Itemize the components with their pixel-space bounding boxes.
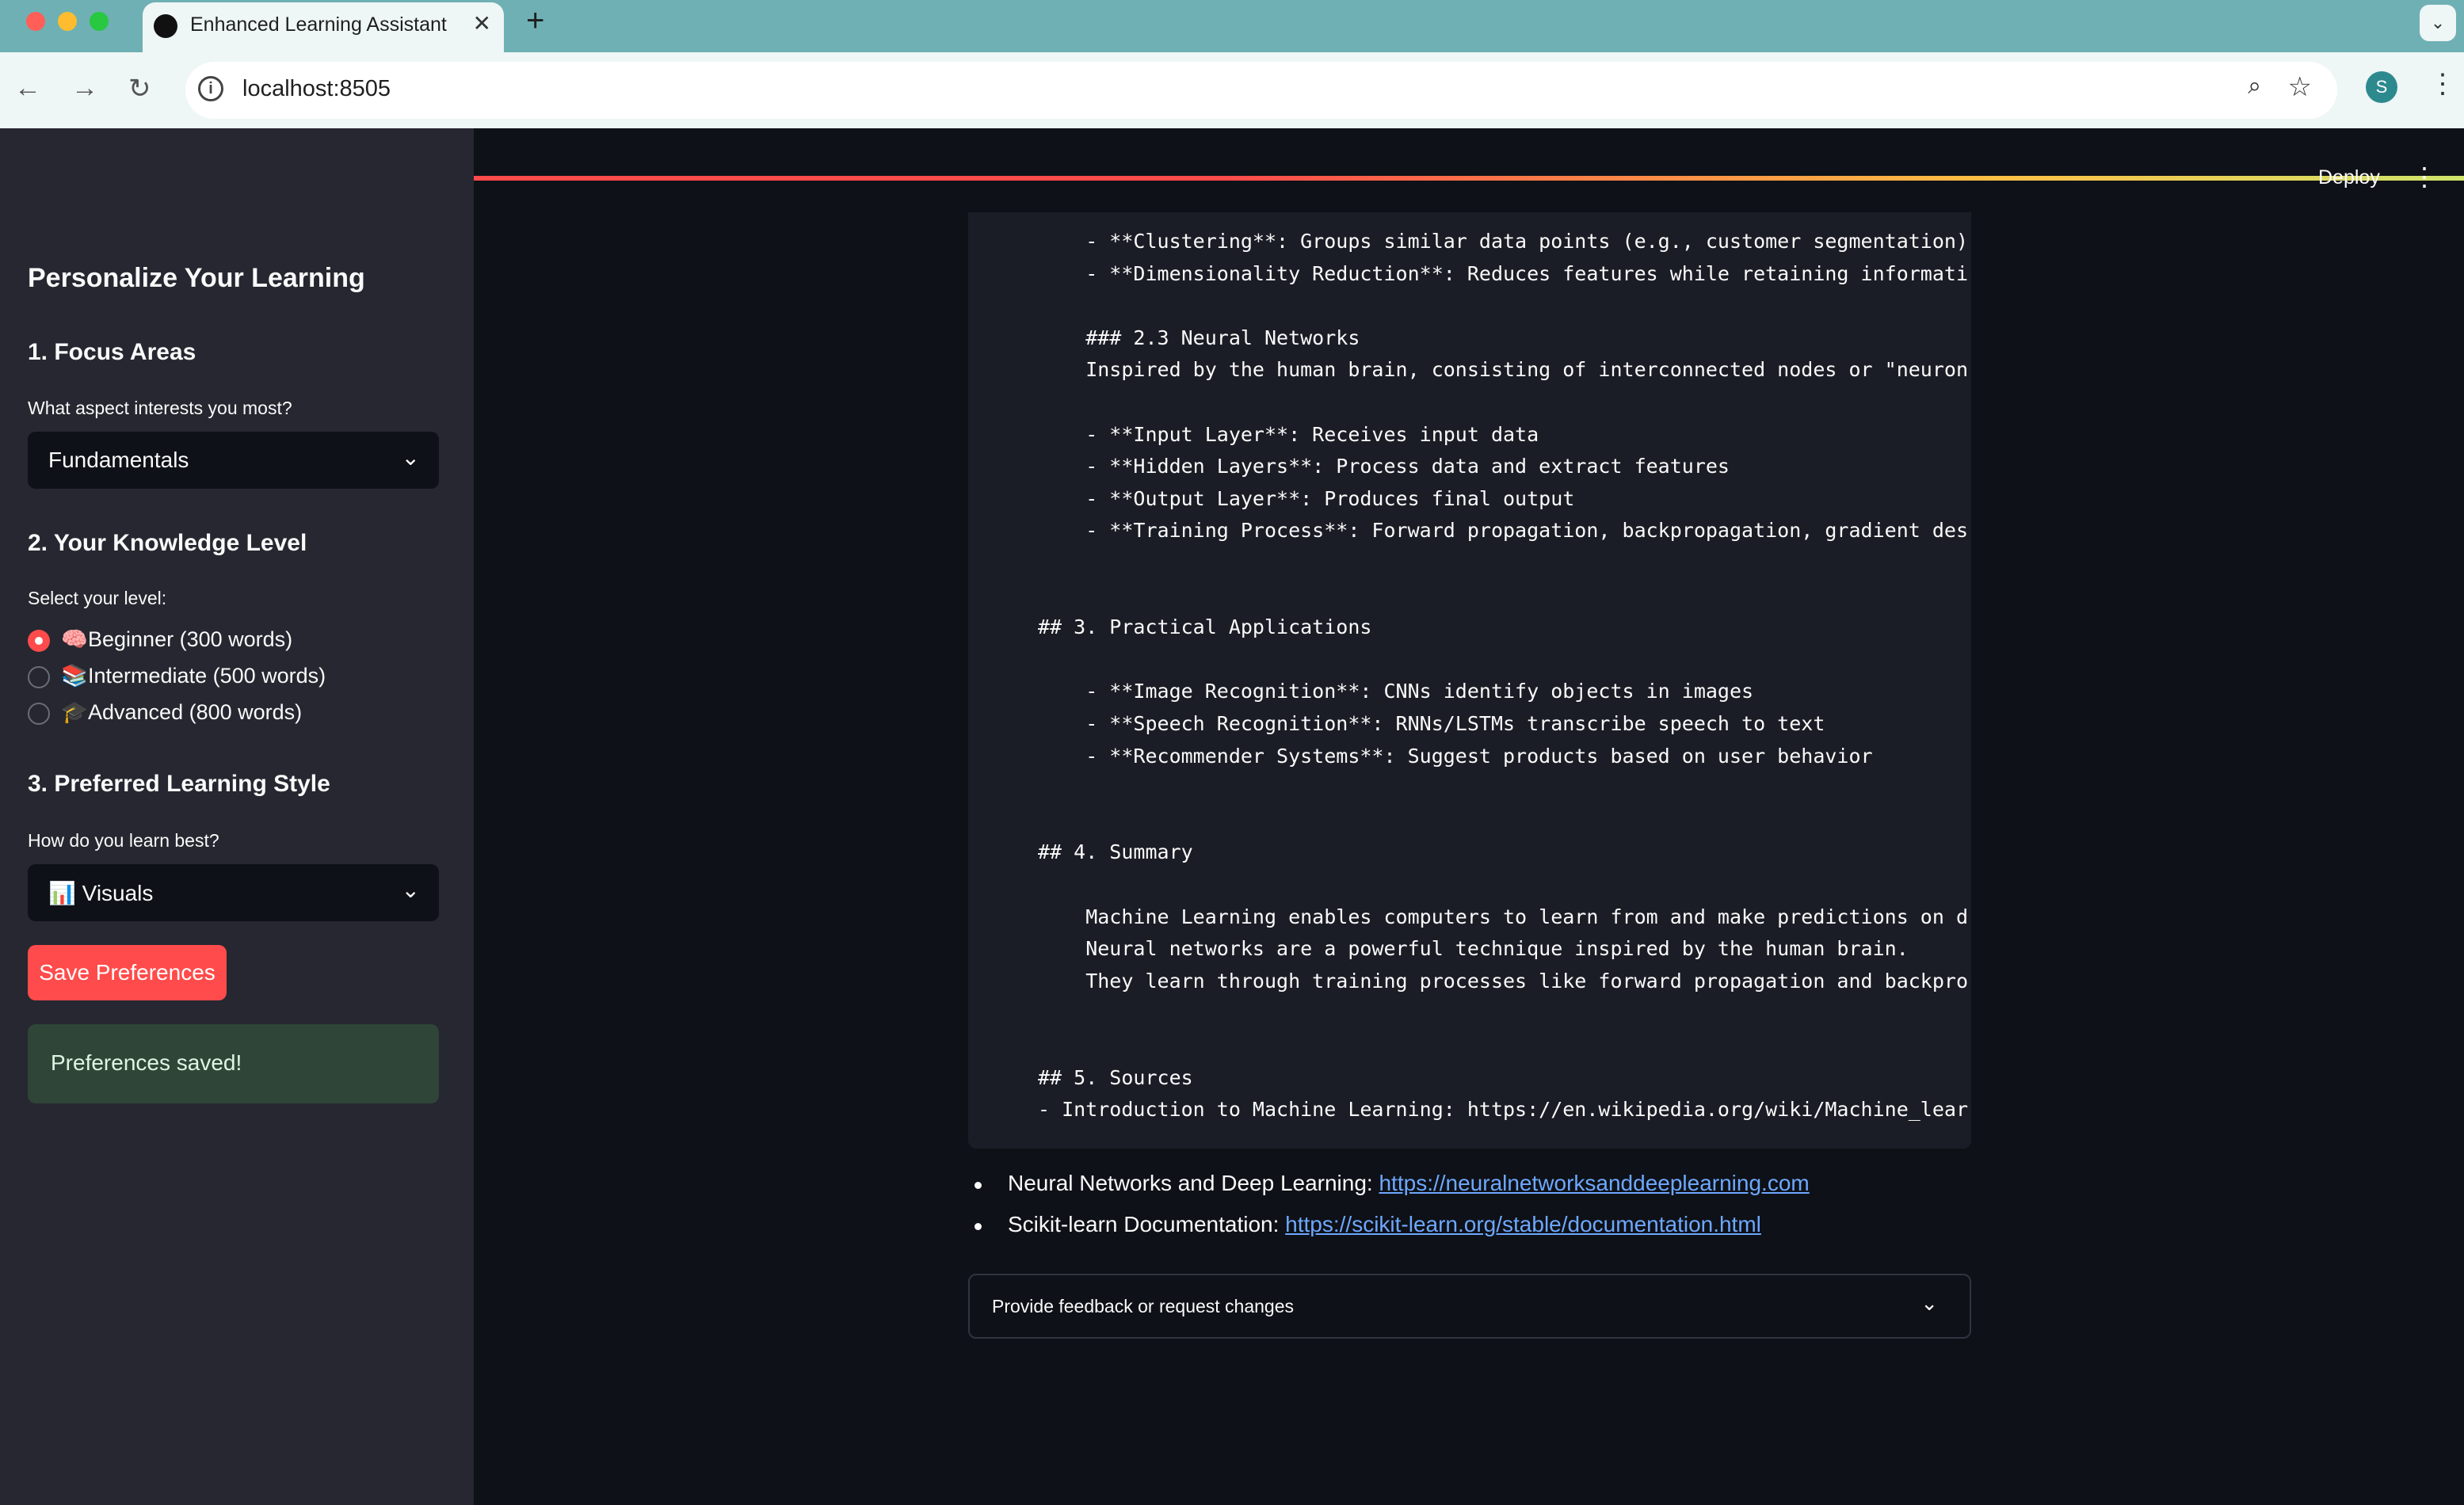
- code-line: Neural networks are a powerful technique…: [1038, 937, 1909, 961]
- address-bar[interactable]: i localhost:8505 ⌕ ☆: [185, 62, 2337, 119]
- code-line: Inspired by the human brain, consisting …: [1038, 358, 1968, 382]
- code-line: They learn through training processes li…: [1038, 969, 1968, 993]
- intermediate-label: Intermediate (500 words): [88, 664, 326, 688]
- streamlit-favicon-icon: [154, 14, 177, 38]
- close-tab-icon[interactable]: ✕: [473, 10, 491, 36]
- code-line: ### 2.3 Neural Networks: [1038, 326, 1360, 349]
- source-label: Scikit-learn Documentation:: [1008, 1212, 1286, 1236]
- focus-area-value: Fundamentals: [48, 448, 189, 472]
- code-line: - Introduction to Machine Learning: http…: [1038, 1098, 1968, 1122]
- code-line: - **Speech Recognition**: RNNs/LSTMs tra…: [1038, 712, 1825, 735]
- learning-style-value: 📊 Visuals: [48, 881, 154, 905]
- feedback-expander[interactable]: Provide feedback or request changes ⌄: [968, 1274, 1971, 1339]
- code-line: ## 5. Sources: [1038, 1065, 1193, 1089]
- maximize-window-icon[interactable]: [90, 12, 109, 31]
- save-preferences-button[interactable]: Save Preferences: [28, 945, 227, 1000]
- code-block: - **Clustering**: Groups similar data po…: [968, 212, 1971, 1149]
- knowledge-level-label: Select your level:: [28, 588, 167, 608]
- radio-button[interactable]: [28, 703, 50, 725]
- knowledge-level-heading: 2. Your Knowledge Level: [28, 530, 307, 556]
- source-label: Neural Networks and Deep Learning:: [1008, 1171, 1379, 1195]
- code-line: - **Dimensionality Reduction**: Reduces …: [1038, 261, 1968, 285]
- main-menu-icon[interactable]: ⋮: [2412, 162, 2437, 192]
- success-message: Preferences saved!: [51, 1050, 242, 1075]
- tab-search-icon[interactable]: ⌄: [2420, 5, 2456, 41]
- site-info-icon[interactable]: i: [198, 76, 223, 101]
- code-line: ## 4. Summary: [1038, 840, 1193, 864]
- code-line: Machine Learning enables computers to le…: [1038, 905, 1968, 928]
- source-link[interactable]: https://scikit-learn.org/stable/document…: [1285, 1212, 1761, 1236]
- books-icon: 📚: [61, 664, 88, 688]
- deploy-button[interactable]: Deploy: [2318, 166, 2380, 189]
- chevron-down-icon: ⌄: [401, 445, 420, 470]
- zoom-icon[interactable]: ⌕: [2248, 73, 2261, 100]
- bullet-icon: [975, 1223, 982, 1230]
- source-link[interactable]: https://neuralnetworksanddeeplearning.co…: [1379, 1171, 1809, 1195]
- beginner-label: Beginner (300 words): [88, 627, 293, 651]
- browser-tabstrip: Enhanced Learning Assistant ✕ + ⌄: [0, 0, 2464, 52]
- learning-style-select[interactable]: 📊 Visuals ⌄: [28, 864, 439, 921]
- code-line: - **Recommender Systems**: Suggest produ…: [1038, 744, 1873, 768]
- close-window-icon[interactable]: [26, 12, 45, 31]
- browser-menu-icon[interactable]: ⋮: [2429, 68, 2456, 100]
- focus-area-select[interactable]: Fundamentals ⌄: [28, 432, 439, 489]
- learning-style-heading: 3. Preferred Learning Style: [28, 771, 330, 797]
- back-icon[interactable]: ←: [14, 73, 41, 104]
- feedback-expander-label: Provide feedback or request changes: [992, 1296, 1295, 1316]
- new-tab-icon[interactable]: +: [526, 3, 544, 39]
- code-line: - **Output Layer**: Produces final outpu…: [1038, 486, 1575, 510]
- code-line: ## 3. Practical Applications: [1038, 615, 1372, 639]
- brain-icon: 🧠: [61, 627, 88, 651]
- browser-toolbar: ← → ↻ i localhost:8505 ⌕ ☆ S ⋮: [0, 52, 2464, 181]
- bullet-icon: [975, 1182, 982, 1189]
- code-line: - **Input Layer**: Receives input data: [1038, 422, 1539, 446]
- reload-icon[interactable]: ↻: [128, 73, 151, 105]
- sidebar: Personalize Your Learning 1. Focus Areas…: [0, 128, 474, 1505]
- radio-label-beginner: 🧠Beginner (300 words): [61, 627, 292, 652]
- forward-icon[interactable]: →: [71, 73, 98, 104]
- code-line: - **Image Recognition**: CNNs identify o…: [1038, 680, 1754, 703]
- sidebar-title: Personalize Your Learning: [28, 263, 365, 293]
- graduation-cap-icon: 🎓: [61, 700, 88, 724]
- code-line: - **Hidden Layers**: Process data and ex…: [1038, 455, 1730, 478]
- chevron-down-icon: ⌄: [401, 878, 420, 902]
- code-line: - **Training Process**: Forward propagat…: [1038, 519, 1968, 543]
- radio-button[interactable]: [28, 666, 50, 688]
- minimize-window-icon[interactable]: [58, 12, 77, 31]
- focus-areas-label: What aspect interests you most?: [28, 398, 292, 418]
- radio-label-intermediate: 📚Intermediate (500 words): [61, 663, 326, 688]
- advanced-label: Advanced (800 words): [88, 700, 303, 724]
- focus-areas-heading: 1. Focus Areas: [28, 339, 196, 365]
- profile-avatar[interactable]: S: [2366, 71, 2397, 103]
- code-line: - **Clustering**: Groups similar data po…: [1038, 230, 1968, 253]
- url-text[interactable]: localhost:8505: [242, 76, 391, 102]
- success-alert: Preferences saved!: [28, 1024, 439, 1103]
- radio-label-advanced: 🎓Advanced (800 words): [61, 699, 302, 725]
- radio-button-selected[interactable]: [28, 630, 50, 652]
- tab-title: Enhanced Learning Assistant: [190, 13, 447, 36]
- browser-tab[interactable]: Enhanced Learning Assistant ✕: [143, 2, 504, 52]
- learning-style-label: How do you learn best?: [28, 830, 219, 851]
- chevron-down-icon: ⌄: [1920, 1291, 1938, 1315]
- bookmark-star-icon[interactable]: ☆: [2288, 71, 2312, 103]
